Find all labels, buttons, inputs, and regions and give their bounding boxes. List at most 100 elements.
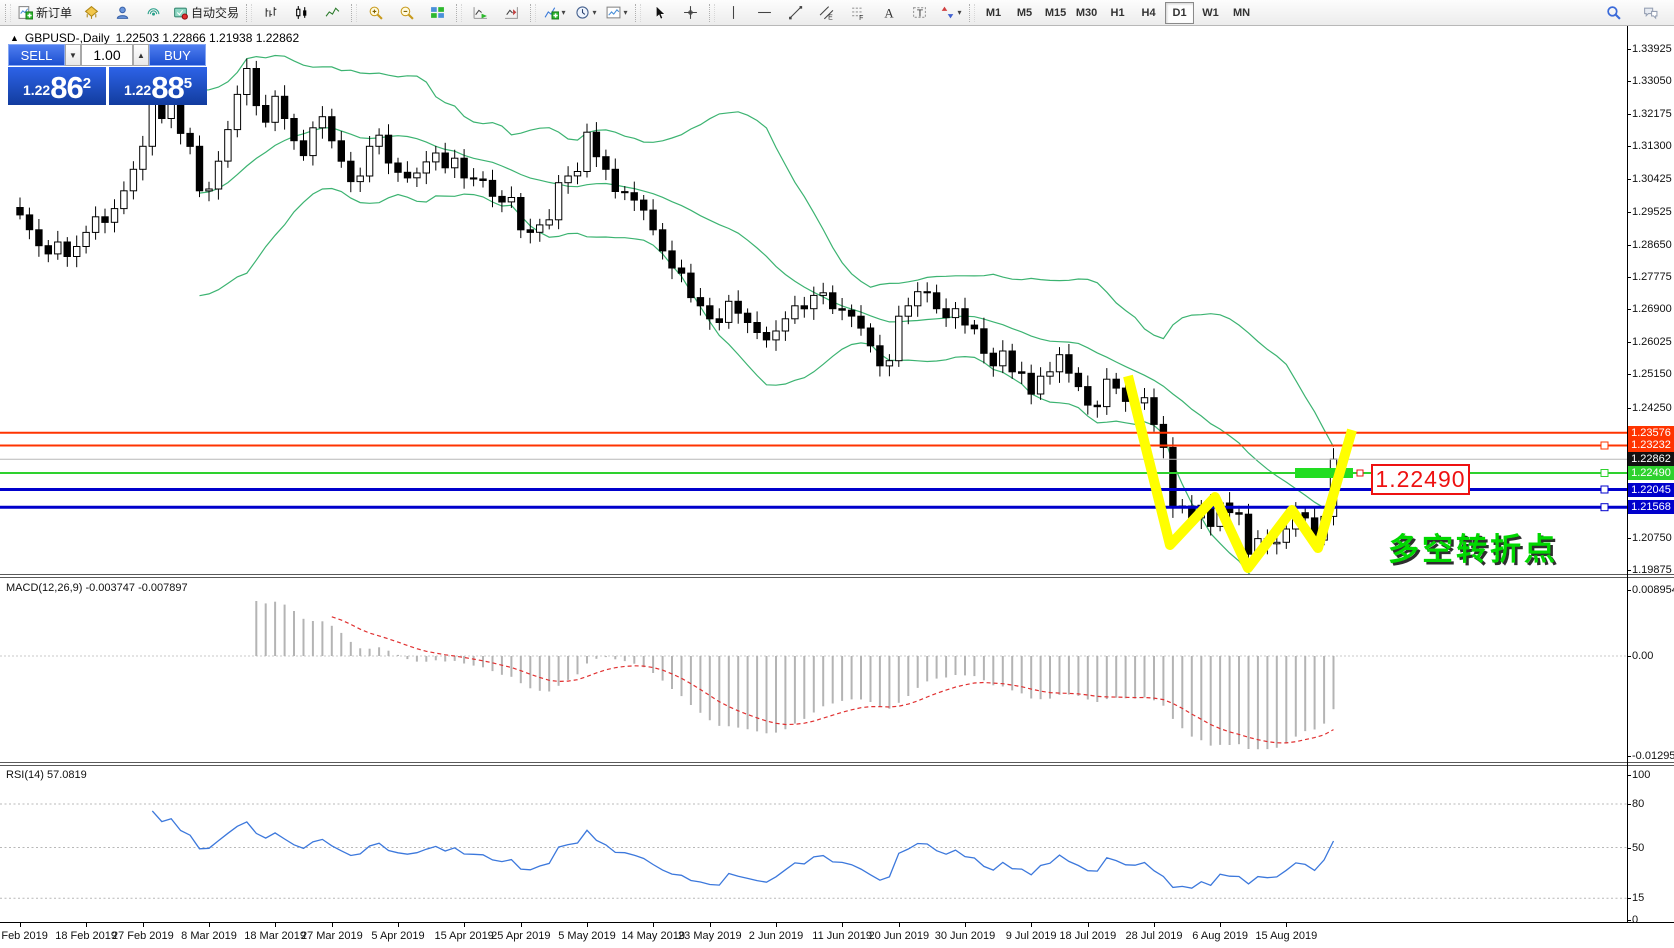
- date-tick-mark: [965, 923, 966, 927]
- price-tick: 1.27775: [1632, 271, 1672, 283]
- rsi-canvas[interactable]: [0, 766, 1627, 922]
- trendline-button[interactable]: [780, 1, 811, 25]
- sell-button[interactable]: SELL: [8, 44, 65, 66]
- timeframe-w1-button[interactable]: W1: [1196, 2, 1225, 24]
- community-button[interactable]: [107, 1, 138, 25]
- rsi-tick: 100: [1632, 769, 1650, 781]
- price-line-label: 1.21568: [1628, 500, 1674, 514]
- volume-increase-button[interactable]: ▲: [133, 44, 149, 66]
- date-tick: 15 Aug 2019: [1255, 930, 1317, 942]
- horizontal-line-button[interactable]: [749, 1, 780, 25]
- periods-button[interactable]: ▾: [570, 1, 601, 25]
- toolbar-grip: [351, 4, 357, 22]
- text-button[interactable]: A: [873, 1, 904, 25]
- date-tick: 8 Feb 2019: [0, 930, 48, 942]
- indicators-button[interactable]: ▾: [539, 1, 570, 25]
- text-label-button[interactable]: T: [904, 1, 935, 25]
- date-tick-mark: [143, 923, 144, 927]
- date-tick-mark: [1031, 923, 1032, 927]
- chat-icon: [1643, 5, 1658, 20]
- autotrading-icon: [173, 5, 188, 20]
- chevron-down-icon: ▾: [562, 9, 566, 17]
- vertical-line-button[interactable]: [718, 1, 749, 25]
- price-line-label: 1.22862: [1628, 452, 1674, 466]
- candlestick-chart-button[interactable]: [286, 1, 317, 25]
- auto-scroll-button[interactable]: [465, 1, 496, 25]
- periods-icon: [575, 5, 590, 20]
- toolbar-grip: [5, 4, 11, 22]
- indicators-icon: [544, 5, 559, 20]
- svg-text:F: F: [859, 15, 863, 20]
- search-icon: [1606, 5, 1621, 20]
- date-tick-mark: [464, 923, 465, 927]
- cursor-icon: [652, 5, 667, 20]
- timeframe-d1-button[interactable]: D1: [1165, 2, 1194, 24]
- date-tick: 2 Jun 2019: [749, 930, 803, 942]
- zoom-out-button[interactable]: [391, 1, 422, 25]
- crosshair-icon: [683, 5, 698, 20]
- date-tick: 9 Jul 2019: [1006, 930, 1057, 942]
- cursor-button[interactable]: [644, 1, 675, 25]
- macd-canvas[interactable]: [0, 578, 1627, 762]
- chat-button[interactable]: [1635, 1, 1666, 25]
- vertical-line-icon: [726, 5, 741, 20]
- date-tick-mark: [209, 923, 210, 927]
- date-tick: 6 Aug 2019: [1192, 930, 1248, 942]
- timeframe-mn-button[interactable]: MN: [1227, 2, 1256, 24]
- volume-input[interactable]: 1.00: [81, 44, 133, 66]
- timeframe-h4-button[interactable]: H4: [1134, 2, 1163, 24]
- price-tick: 1.28650: [1632, 239, 1672, 251]
- crosshair-button[interactable]: [675, 1, 706, 25]
- equidistant-channel-icon: E: [819, 5, 834, 20]
- search-button[interactable]: [1598, 1, 1629, 25]
- date-tick-mark: [1154, 923, 1155, 927]
- trendline-icon: [788, 5, 803, 20]
- toolbar-grip: [709, 4, 715, 22]
- date-tick: 8 Mar 2019: [181, 930, 237, 942]
- collapse-ohlc-icon[interactable]: ▲: [10, 33, 19, 43]
- new-order-button[interactable]: 新订单: [14, 1, 76, 25]
- date-tick-mark: [275, 923, 276, 927]
- timeframe-m5-button[interactable]: M5: [1010, 2, 1039, 24]
- rsi-tick: 80: [1632, 798, 1644, 810]
- toolbar-grip: [530, 4, 536, 22]
- templates-button[interactable]: ▾: [601, 1, 632, 25]
- auto-scroll-icon: [473, 5, 488, 20]
- date-tick: 23 May 2019: [678, 930, 742, 942]
- date-tick-mark: [86, 923, 87, 927]
- date-tick: 27 Mar 2019: [301, 930, 363, 942]
- price-tick: 1.26900: [1632, 303, 1672, 315]
- timeframe-h1-button[interactable]: H1: [1103, 2, 1132, 24]
- rsi-label: RSI(14) 57.0819: [6, 769, 87, 781]
- price-tick: 1.29525: [1632, 206, 1672, 218]
- date-tick-mark: [587, 923, 588, 927]
- signal-icon: [146, 5, 161, 20]
- date-tick-mark: [332, 923, 333, 927]
- sell-price-button[interactable]: 1.22862: [8, 67, 106, 105]
- tile-windows-button[interactable]: [422, 1, 453, 25]
- timeframe-m15-button[interactable]: M15: [1041, 2, 1070, 24]
- arrows-button[interactable]: ▾: [935, 1, 966, 25]
- signal-button[interactable]: [138, 1, 169, 25]
- turning-point-text[interactable]: 多空转折点: [1388, 524, 1558, 569]
- chart-shift-button[interactable]: [496, 1, 527, 25]
- bar-chart-icon: [263, 5, 278, 20]
- line-chart-button[interactable]: [317, 1, 348, 25]
- bar-chart-button[interactable]: [255, 1, 286, 25]
- fibonacci-button[interactable]: F: [842, 1, 873, 25]
- volume-decrease-button[interactable]: ▼: [65, 44, 81, 66]
- timeframe-m1-button[interactable]: M1: [979, 2, 1008, 24]
- price-tag-annotation[interactable]: 1.22490: [1371, 464, 1470, 495]
- equidistant-channel-button[interactable]: E: [811, 1, 842, 25]
- mt4-window: 新订单自动交易▾▾▾EFAT▾M1M5M15M30H1H4D1W1MN ▲ GB…: [0, 0, 1674, 948]
- macd-label: MACD(12,26,9) -0.003747 -0.007897: [6, 582, 188, 594]
- buy-button[interactable]: BUY: [149, 44, 206, 66]
- metaeditor-button[interactable]: [76, 1, 107, 25]
- timeframe-m30-button[interactable]: M30: [1072, 2, 1101, 24]
- date-tick-mark: [842, 923, 843, 927]
- autotrading-button[interactable]: 自动交易: [169, 1, 243, 25]
- zoom-in-button[interactable]: [360, 1, 391, 25]
- price-tick: 1.33050: [1632, 75, 1672, 87]
- date-tick: 25 Apr 2019: [491, 930, 550, 942]
- buy-price-button[interactable]: 1.22885: [109, 67, 207, 105]
